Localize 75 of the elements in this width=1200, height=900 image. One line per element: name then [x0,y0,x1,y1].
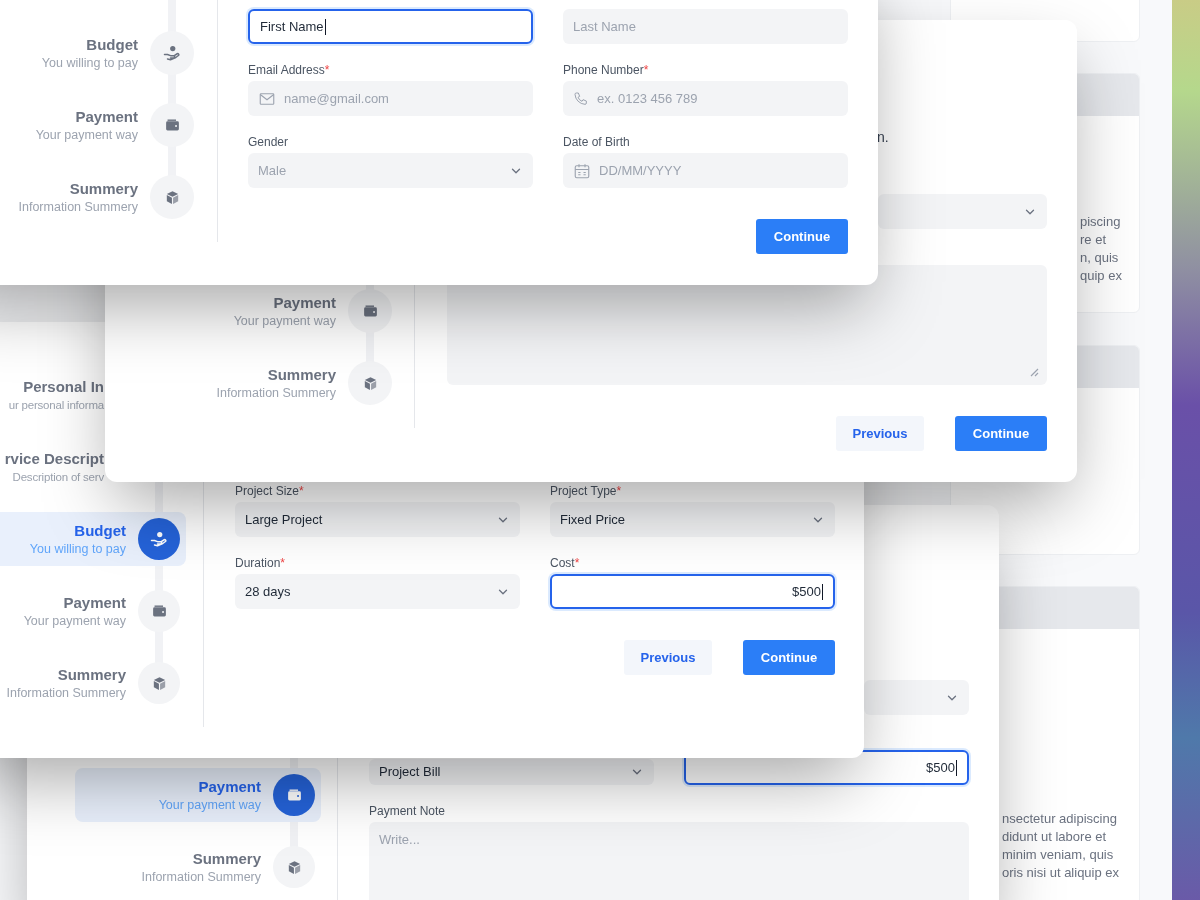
step-subtitle: Your payment way [35,127,138,143]
paragraph-line: nsectetur adipiscing [1002,810,1118,828]
primary-button[interactable]: Continue [743,640,835,675]
step-title: rvice Descript [4,449,104,469]
step-item[interactable]: Summery Information Summery [105,356,398,410]
paragraph-line: quip ex [1080,267,1123,285]
paragraph-line: minim veniam, quis [1002,846,1115,864]
text-cursor [324,18,326,35]
field-label: Payment Note [369,803,447,819]
step-subtitle: Information Summery [216,385,336,401]
step-item[interactable]: Budget You willing to pay [0,26,200,80]
field-label: Duration* [235,555,287,571]
step-title: Personal In [23,377,104,397]
select-field[interactable] [878,194,1047,229]
step-subtitle: Information Summery [6,685,126,701]
step-item[interactable]: Payment Your payment way [0,98,200,152]
field-label: Email Address* [248,62,331,78]
paragraph-line: didunt ut labore et [1002,828,1108,846]
step-subtitle: You willing to pay [29,541,126,557]
field-label: Cost* [550,555,581,571]
step-item[interactable]: Payment Your payment way [105,284,398,338]
hand-coin-icon [150,530,168,548]
step-subtitle: Description of serv [12,470,104,485]
field-label: Project Size* [235,483,305,499]
step-subtitle: Your payment way [158,797,261,813]
amount-field[interactable]: $500 [550,574,835,609]
secondary-button[interactable]: Previous [836,416,924,451]
step-title: Budget [86,35,138,55]
step-title: Summery [57,665,126,685]
step-title: Budget [74,521,126,541]
step-subtitle: Information Summery [141,869,261,885]
field-label: Project Type* [550,483,623,499]
hand-coin-icon [163,44,181,62]
field-label: Phone Number* [563,62,650,78]
step-item[interactable]: rvice Descript Description of serv [4,440,104,494]
paragraph-text: n. [877,129,890,145]
select-field[interactable] [864,680,969,715]
paragraph-line: piscing [1080,213,1122,231]
select-field[interactable]: Project Bill [369,759,654,785]
resize-handle-icon [1029,367,1039,377]
paragraph-line: n, quis [1080,249,1120,267]
step-item[interactable]: Payment Your payment way [0,584,186,638]
step-title: Summery [192,849,261,869]
primary-button[interactable]: Continue [756,219,848,254]
step-subtitle: Your payment way [23,613,126,629]
select-field[interactable]: 28 days [235,574,520,609]
secondary-button[interactable]: Previous [624,640,712,675]
step-item[interactable]: Personal In ur personal informa [8,368,104,422]
step-subtitle: ur personal informa [8,398,104,413]
step-item[interactable]: Summery Information Summery [0,656,186,710]
text-field[interactable]: First Name [248,9,533,44]
field-label: Date of Birth [563,134,631,150]
step-subtitle: Information Summery [18,199,138,215]
step-title: Payment [273,293,336,313]
phone-icon [573,90,589,107]
step-item[interactable]: Budget You willing to pay [0,512,186,566]
text-cursor [822,583,823,600]
primary-button[interactable]: Continue [955,416,1047,451]
step-item[interactable]: Payment Your payment way [75,768,321,822]
step-item[interactable]: Summery Information Summery [0,170,200,224]
step-title: Payment [198,777,261,797]
select-field[interactable]: Fixed Price [550,502,835,537]
step-subtitle: Your payment way [233,313,336,329]
select-field[interactable]: Large Project [235,502,520,537]
text-cursor [956,759,957,776]
step-subtitle: You willing to pay [41,55,138,71]
step-item[interactable]: Summery Information Summery [75,840,321,894]
field-label: Gender [248,134,290,150]
paragraph-line: oris nisi ut aliquip ex [1002,864,1121,882]
step-title: Summery [69,179,138,199]
step-title: Summery [267,365,336,385]
step-title: Payment [63,593,126,613]
paragraph-line: re et [1080,231,1107,249]
calendar-icon [573,161,591,180]
step-title: Payment [75,107,138,127]
